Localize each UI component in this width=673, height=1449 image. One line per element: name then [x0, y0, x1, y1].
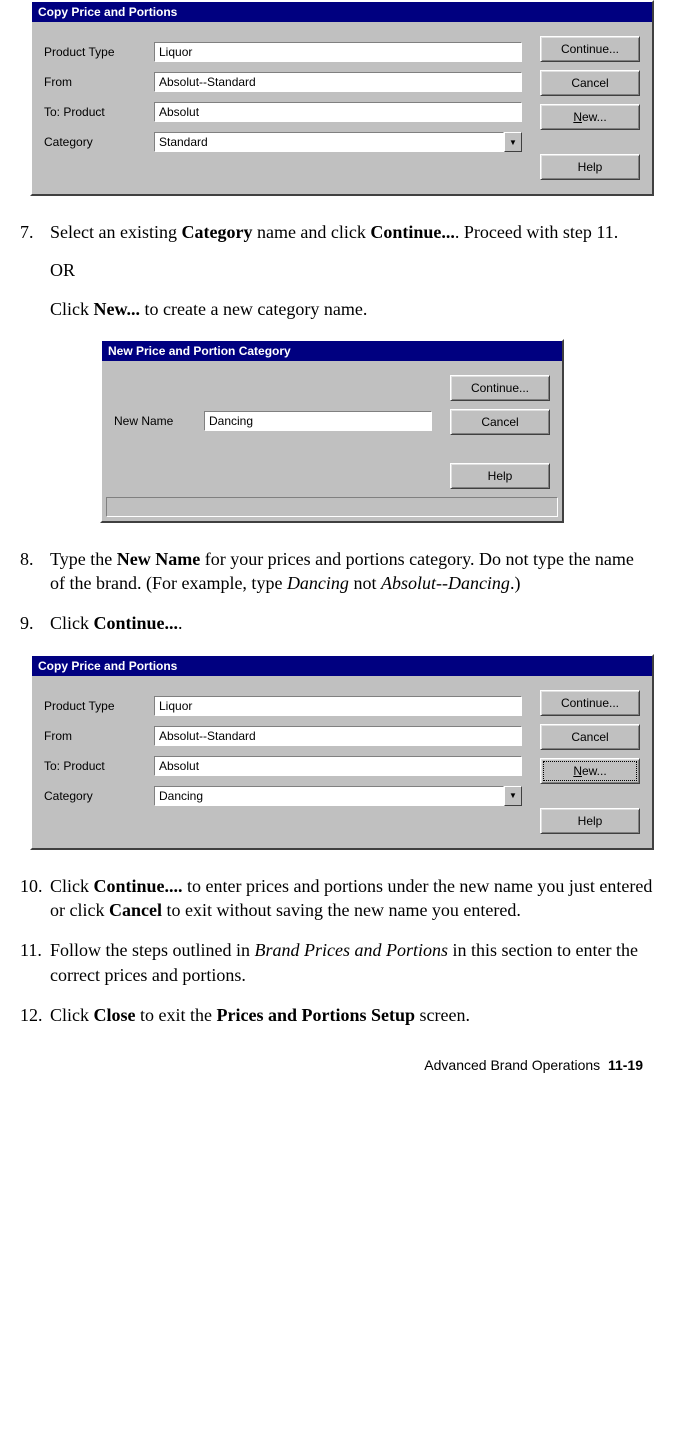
- step-8: 8. Type the New Name for your prices and…: [20, 547, 653, 596]
- continue-button[interactable]: Continue...: [540, 36, 640, 62]
- cancel-button[interactable]: Cancel: [450, 409, 550, 435]
- category-label: Category: [44, 789, 154, 803]
- new-category-dialog: New Price and Portion Category New Name …: [100, 339, 564, 523]
- product-type-label: Product Type: [44, 699, 154, 713]
- from-field[interactable]: Absolut--Standard: [154, 72, 522, 92]
- category-dropdown-button[interactable]: ▼: [504, 132, 522, 152]
- dialog-title: New Price and Portion Category: [102, 341, 562, 361]
- step-7: 7. Select an existing Category name and …: [20, 220, 653, 321]
- page-footer: Advanced Brand Operations 11-19: [20, 1057, 653, 1073]
- from-label: From: [44, 75, 154, 89]
- continue-button[interactable]: Continue...: [540, 690, 640, 716]
- step-10: 10. Click Continue.... to enter prices a…: [20, 874, 653, 923]
- help-button[interactable]: Help: [540, 808, 640, 834]
- step-12: 12. Click Close to exit the Prices and P…: [20, 1003, 653, 1027]
- status-bar: [106, 497, 558, 517]
- new-name-label: New Name: [114, 414, 204, 428]
- cancel-button[interactable]: Cancel: [540, 70, 640, 96]
- category-field[interactable]: Standard: [154, 132, 504, 152]
- new-name-field[interactable]: Dancing: [204, 411, 432, 431]
- continue-button[interactable]: Continue...: [450, 375, 550, 401]
- product-type-label: Product Type: [44, 45, 154, 59]
- step-9: 9. Click Continue....: [20, 611, 653, 635]
- new-button[interactable]: New...: [540, 104, 640, 130]
- to-product-label: To: Product: [44, 759, 154, 773]
- copy-price-portions-dialog-1: Copy Price and Portions Product Type Liq…: [30, 0, 654, 196]
- category-field[interactable]: Dancing: [154, 786, 504, 806]
- to-product-field[interactable]: Absolut: [154, 756, 522, 776]
- help-button[interactable]: Help: [540, 154, 640, 180]
- category-label: Category: [44, 135, 154, 149]
- product-type-field[interactable]: Liquor: [154, 42, 522, 62]
- from-label: From: [44, 729, 154, 743]
- copy-price-portions-dialog-2: Copy Price and Portions Product Type Liq…: [30, 654, 654, 850]
- cancel-button[interactable]: Cancel: [540, 724, 640, 750]
- dialog-title: Copy Price and Portions: [32, 656, 652, 676]
- to-product-field[interactable]: Absolut: [154, 102, 522, 122]
- product-type-field[interactable]: Liquor: [154, 696, 522, 716]
- to-product-label: To: Product: [44, 105, 154, 119]
- new-button[interactable]: New...: [540, 758, 640, 784]
- category-dropdown-button[interactable]: ▼: [504, 786, 522, 806]
- dialog-title: Copy Price and Portions: [32, 2, 652, 22]
- step-11: 11. Follow the steps outlined in Brand P…: [20, 938, 653, 987]
- help-button[interactable]: Help: [450, 463, 550, 489]
- from-field[interactable]: Absolut--Standard: [154, 726, 522, 746]
